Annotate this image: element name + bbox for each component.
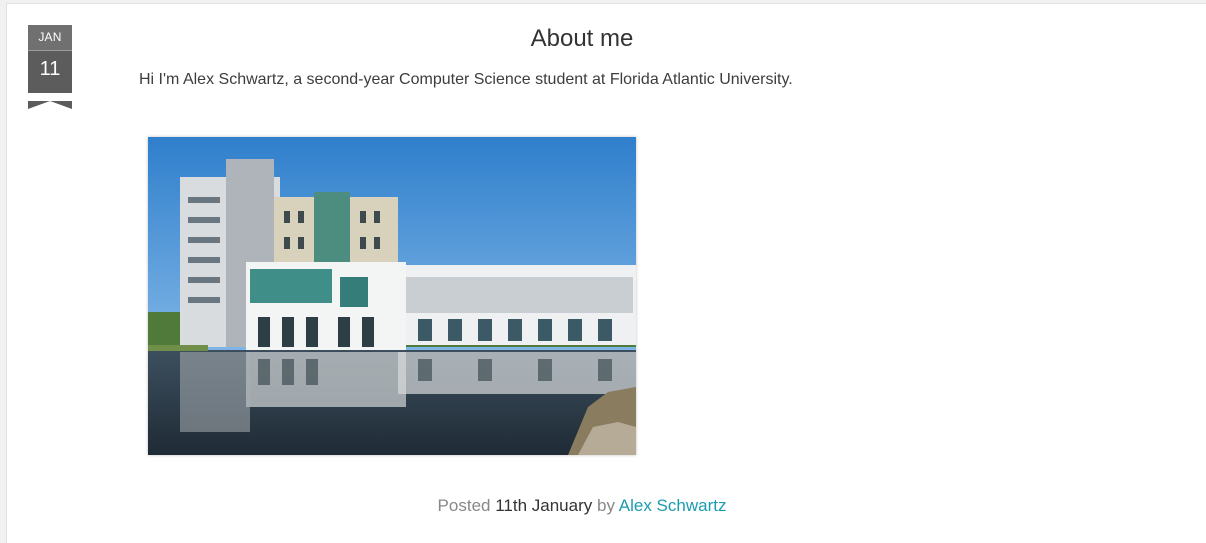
post-image: [148, 137, 636, 455]
post-intro: Hi I'm Alex Schwartz, a second-year Comp…: [139, 71, 793, 88]
author-link[interactable]: Alex Schwartz: [619, 496, 727, 515]
post-meta: Posted 11th January by Alex Schwartz: [7, 496, 1157, 516]
building-photo: [148, 137, 636, 455]
by-label: by: [596, 496, 615, 515]
ribbon-tail: [28, 101, 72, 109]
date-day: 11: [28, 51, 72, 93]
posted-label: Posted: [437, 496, 491, 515]
blog-post: JAN 11 About me Hi I'm Alex Schwartz, a …: [6, 3, 1206, 543]
post-date: 11th January: [495, 496, 593, 515]
post-title: About me: [530, 25, 634, 52]
